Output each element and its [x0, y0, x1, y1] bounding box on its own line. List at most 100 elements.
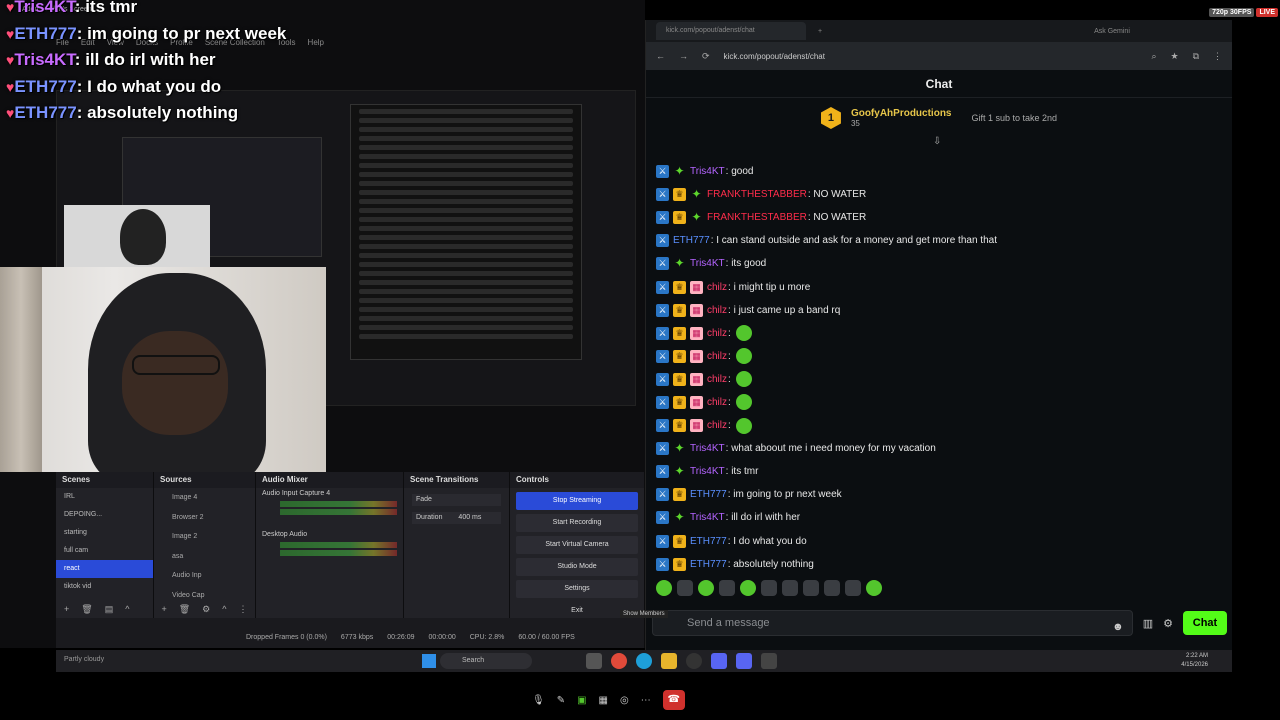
- star-icon[interactable]: ★: [1170, 51, 1178, 62]
- send-chat-button[interactable]: Chat: [1183, 611, 1227, 635]
- emote-icon[interactable]: [824, 580, 840, 596]
- chat-username[interactable]: ETH777: [690, 536, 727, 547]
- discord-icon[interactable]: [711, 653, 727, 669]
- transition-select[interactable]: Fade: [412, 494, 501, 506]
- browser-tab[interactable]: kick.com/popout/adenst/chat: [656, 22, 806, 40]
- volume-slider[interactable]: [280, 509, 397, 515]
- scene-item[interactable]: starting: [56, 524, 153, 542]
- source-item[interactable]: asa: [154, 547, 255, 567]
- emote-icon[interactable]: [677, 580, 693, 596]
- chat-username[interactable]: ETH777: [673, 235, 710, 246]
- emote-icon[interactable]: [803, 580, 819, 596]
- activity-icon[interactable]: ◎: [620, 695, 629, 706]
- more-icon[interactable]: ⋮: [238, 604, 247, 618]
- chat-username[interactable]: ETH777: [690, 559, 727, 570]
- screen-share-icon[interactable]: ▣: [577, 695, 586, 706]
- add-icon[interactable]: +: [64, 604, 69, 618]
- camera-off-icon[interactable]: ✎: [557, 695, 565, 706]
- scene-item[interactable]: tiktok vid: [56, 578, 153, 596]
- filter-icon[interactable]: ▤: [105, 604, 114, 618]
- terminal-icon[interactable]: [761, 653, 777, 669]
- emote-icon[interactable]: [740, 580, 756, 596]
- volume-slider[interactable]: [280, 550, 397, 556]
- gemini-button[interactable]: Ask Gemini: [1094, 28, 1130, 35]
- obs-icon[interactable]: [686, 653, 702, 669]
- add-icon[interactable]: +: [161, 604, 166, 618]
- back-icon[interactable]: ←: [656, 51, 665, 61]
- clock-date: 4/15/2026: [1181, 662, 1208, 668]
- trash-icon[interactable]: 🗑: [81, 604, 92, 618]
- menu-icon[interactable]: ⋮: [1213, 51, 1222, 62]
- gear-icon[interactable]: ⚙: [202, 604, 210, 618]
- crown-badge-icon: ♛: [673, 211, 686, 225]
- menu-help[interactable]: Help: [308, 38, 324, 50]
- scene-item[interactable]: react: [56, 560, 153, 578]
- new-tab-icon[interactable]: +: [818, 28, 822, 35]
- collapse-icon[interactable]: ⇩: [933, 136, 941, 147]
- start-recording-button[interactable]: Start Recording: [516, 514, 638, 532]
- chat-username[interactable]: chilz: [707, 305, 727, 316]
- chat-username[interactable]: FRANKTHESTABBER: [707, 189, 807, 200]
- stop-streaming-button[interactable]: Stop Streaming: [516, 492, 638, 510]
- gift-sub-button[interactable]: Gift 1 sub to take 2nd: [972, 113, 1058, 123]
- source-item[interactable]: Video Cap: [154, 586, 255, 606]
- emoji-picker-icon[interactable]: ☻: [1112, 615, 1124, 639]
- taskbar-search[interactable]: Search: [440, 653, 532, 669]
- emote-icon[interactable]: [698, 580, 714, 596]
- scene-item[interactable]: full cam: [56, 542, 153, 560]
- mixer-title: Audio Mixer: [256, 472, 403, 488]
- emote-icon[interactable]: [761, 580, 777, 596]
- chevron-up-icon[interactable]: ^: [222, 604, 226, 618]
- chevron-up-icon[interactable]: ^: [125, 604, 129, 618]
- forward-icon[interactable]: →: [679, 51, 688, 61]
- emote-icon[interactable]: [845, 580, 861, 596]
- chat-username[interactable]: Tris4KT: [690, 466, 725, 477]
- chat-username[interactable]: Tris4KT: [690, 166, 725, 177]
- chat-username[interactable]: Tris4KT: [690, 258, 725, 269]
- chat-username[interactable]: chilz: [707, 374, 727, 385]
- chat-username[interactable]: Tris4KT: [690, 512, 725, 523]
- url-field[interactable]: kick.com/popout/adenst/chat: [724, 52, 825, 61]
- chrome-icon[interactable]: [611, 653, 627, 669]
- reload-icon[interactable]: ⟳: [702, 51, 710, 62]
- trash-icon[interactable]: 🗑: [179, 604, 190, 618]
- settings-button[interactable]: Settings: [516, 580, 638, 598]
- chat-username[interactable]: chilz: [707, 282, 727, 293]
- chat-username[interactable]: chilz: [707, 351, 727, 362]
- task-view-icon[interactable]: [586, 653, 602, 669]
- source-item[interactable]: Image 4: [154, 488, 255, 508]
- chat-username[interactable]: ETH777: [690, 489, 727, 500]
- file-explorer-icon[interactable]: [661, 653, 677, 669]
- grid-icon[interactable]: ▦: [599, 695, 608, 706]
- duration-field[interactable]: Duration 400 ms: [412, 512, 501, 524]
- leave-call-button[interactable]: ☎: [662, 690, 685, 710]
- chat-username[interactable]: chilz: [707, 420, 727, 431]
- chat-input[interactable]: Send a message ☻: [652, 610, 1133, 636]
- source-item[interactable]: Browser 2: [154, 508, 255, 528]
- scene-item[interactable]: IRL: [56, 488, 153, 506]
- shop-icon[interactable]: ▥: [1143, 617, 1153, 630]
- source-item[interactable]: Image 2: [154, 527, 255, 547]
- zoom-icon[interactable]: ⌕: [1151, 51, 1156, 62]
- scene-item[interactable]: DEPOING...: [56, 506, 153, 524]
- chat-username[interactable]: FRANKTHESTABBER: [707, 212, 807, 223]
- source-item[interactable]: Audio Inp: [154, 566, 255, 586]
- chat-username[interactable]: chilz: [707, 328, 727, 339]
- chat-username[interactable]: Tris4KT: [690, 443, 725, 454]
- chat-username[interactable]: chilz: [707, 397, 727, 408]
- emote-icon[interactable]: [656, 580, 672, 596]
- top-gifter-name[interactable]: GoofyAhProductions: [851, 108, 952, 119]
- weather-widget[interactable]: Partly cloudy: [64, 656, 104, 663]
- emote-icon[interactable]: [719, 580, 735, 596]
- start-virtual-camera-button[interactable]: Start Virtual Camera: [516, 536, 638, 554]
- studio-mode-button[interactable]: Studio Mode: [516, 558, 638, 576]
- discord-icon[interactable]: [736, 653, 752, 669]
- emote-icon[interactable]: [866, 580, 882, 596]
- more-icon[interactable]: ⋯: [641, 695, 651, 706]
- microphone-icon[interactable]: 🎙: [532, 695, 545, 706]
- extensions-icon[interactable]: ⧉: [1193, 51, 1199, 62]
- windows-start-icon[interactable]: [422, 654, 436, 668]
- edge-icon[interactable]: [636, 653, 652, 669]
- gear-icon[interactable]: ⚙: [1163, 617, 1173, 630]
- emote-icon[interactable]: [782, 580, 798, 596]
